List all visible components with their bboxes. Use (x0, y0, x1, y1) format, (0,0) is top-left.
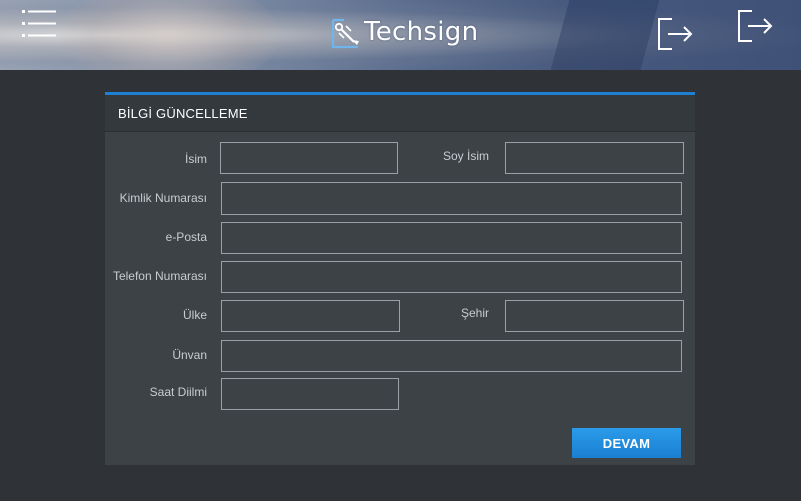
panel-title: BİLGİ GÜNCELLEME (105, 95, 695, 132)
email-label: e-Posta (165, 230, 207, 244)
timezone-label: Saat Diilmi (149, 385, 207, 399)
last-name-label: Soy İsim (442, 149, 489, 163)
country-label: Ülke (182, 308, 207, 322)
first-name-input[interactable] (220, 142, 398, 174)
techsign-logo: Techsign (330, 11, 479, 53)
city-label: Şehir (460, 306, 489, 320)
job-title-input[interactable] (221, 340, 682, 372)
info-update-panel: BİLGİ GÜNCELLEME İsim Soy İsim Kimlik Nu… (105, 92, 695, 465)
continue-button[interactable]: DEVAM (572, 428, 681, 458)
timezone-input[interactable] (221, 378, 399, 410)
id-number-input[interactable] (221, 182, 682, 215)
last-name-input[interactable] (505, 142, 684, 174)
country-input[interactable] (221, 300, 400, 332)
exit-icon[interactable] (657, 17, 695, 56)
brand-name: Techsign (364, 17, 479, 47)
header-background-pen (550, 0, 660, 70)
job-title-label: Ünvan (172, 348, 207, 362)
hamburger-menu-icon[interactable] (22, 8, 60, 40)
app-header: Techsign (0, 0, 801, 70)
techsign-logo-icon (330, 14, 362, 50)
city-input[interactable] (505, 300, 684, 332)
id-number-label: Kimlik Numarası (119, 191, 207, 205)
header-background-hand (60, 0, 280, 70)
email-input[interactable] (221, 222, 682, 254)
phone-label: Telefon Numarası (112, 269, 207, 283)
first-name-label: İsim (185, 152, 207, 166)
exit-icon[interactable] (737, 9, 775, 48)
phone-input[interactable] (221, 261, 682, 293)
